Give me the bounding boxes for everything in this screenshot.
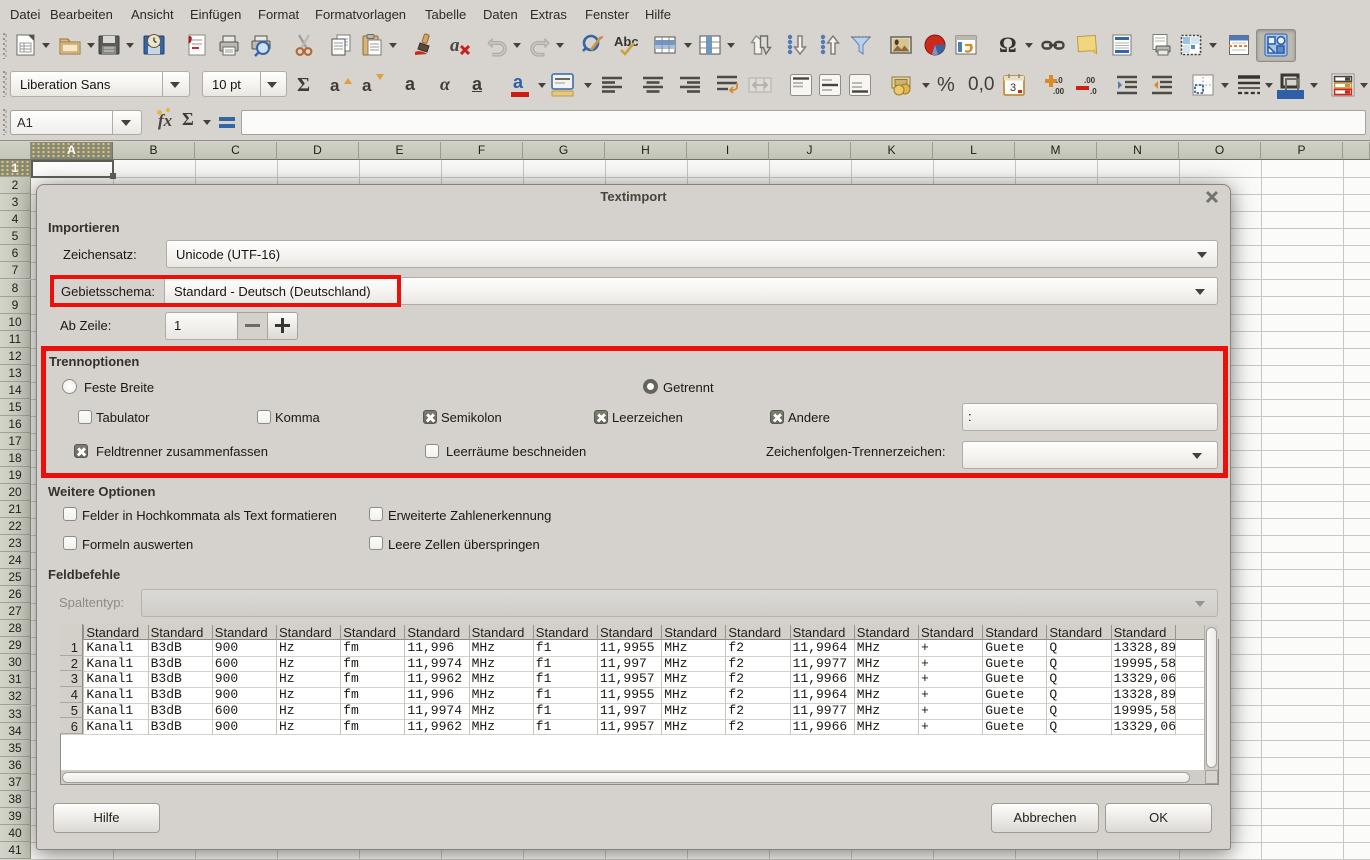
svg-text:Abc: Abc [614,34,638,49]
svg-text:.0: .0 [1056,76,1063,85]
svg-text:3: 3 [1010,82,1016,94]
svg-text:.00: .00 [1084,76,1096,85]
svg-text:.00: .00 [1053,87,1065,96]
svg-text:a: a [450,35,460,56]
svg-text:.0: .0 [1090,87,1097,96]
